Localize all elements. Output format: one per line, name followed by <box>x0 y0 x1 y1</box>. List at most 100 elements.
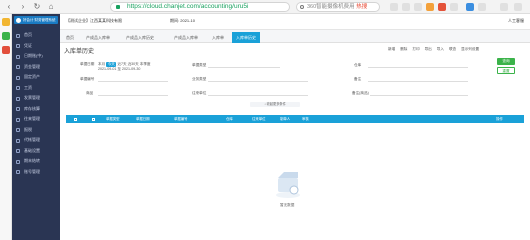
tab-bar: 首页 产成品入库单 产成品入库历史 产成品入库单 入库单 入库单历史 <box>60 30 530 43</box>
logo-icon <box>16 17 21 23</box>
sidebar-item-journal[interactable]: 日期账(中) <box>12 51 60 62</box>
inventory-icon <box>16 107 20 111</box>
game-icon[interactable] <box>438 3 446 11</box>
add-button[interactable]: 新增 <box>388 47 395 51</box>
sidebar-menu: 首页 凭证 日期账(中) 资金管理 固定资产 工资 发票管理 库存核算 往来管理… <box>12 30 60 177</box>
remark-product-label: 备注(商品) <box>352 91 369 95</box>
date-range-input[interactable]: 2021-09-01 至 2021-09-30 <box>98 67 140 72</box>
linked-query-button[interactable]: 联查 <box>449 47 456 51</box>
star-icon[interactable] <box>2 18 10 26</box>
tab-finished-goods-receipt[interactable]: 产成品入库单 <box>82 32 114 43</box>
sidebar-item-payroll[interactable]: 工资 <box>12 83 60 94</box>
tab-finished-goods-receipt-2[interactable]: 产成品入库单 <box>170 32 202 43</box>
supplier-select[interactable] <box>208 95 308 96</box>
app-sidebar: 好会计 财务管理系统 首页 凭证 日期账(中) 资金管理 固定资产 工资 发票管… <box>12 14 60 240</box>
home-icon[interactable]: ⌂ <box>46 2 56 12</box>
mail-icon[interactable] <box>450 3 458 11</box>
address-bar[interactable]: https://cloud.chanjet.com/accounting/uru… <box>110 2 290 12</box>
tab-receipt-history[interactable]: 入库单历史 <box>232 32 260 43</box>
empty-box-illustration <box>276 172 300 198</box>
sidebar-item-funds[interactable]: 资金管理 <box>12 62 60 73</box>
sidebar-item-closing[interactable]: 期末结转 <box>12 156 60 167</box>
sidebar-item-settings[interactable]: 基础设置 <box>12 146 60 157</box>
col-supplier[interactable]: 往来单位 <box>252 115 266 123</box>
search-text: 360智能摄像机费用 <box>307 4 355 10</box>
date-label: 单据日期 <box>80 62 95 66</box>
logo-text: 好会计 财务管理系统 <box>23 18 56 22</box>
doc-type-label: 单据类型 <box>192 63 207 67</box>
user-icon[interactable] <box>466 3 474 11</box>
tax-icon <box>16 128 20 132</box>
sidebar-item-inventory[interactable]: 库存核算 <box>12 104 60 115</box>
print-button[interactable]: 打印 <box>412 47 419 51</box>
browser-side-rail <box>0 14 12 240</box>
customer-service-link[interactable]: 人工客服 <box>508 18 524 24</box>
doc-no-input[interactable] <box>98 81 168 82</box>
home-icon <box>16 33 20 38</box>
chip-this-month[interactable]: 本月 <box>98 62 105 66</box>
sidebar-item-voucher[interactable]: 凭证 <box>12 41 60 52</box>
empty-state-text: 暂无数据 <box>280 203 295 207</box>
app-topbar: 【测试企业】江西某某科技有限 期间: 2021-10 人工客服 <box>60 14 530 30</box>
tab-receipt[interactable]: 入库单 <box>208 32 228 43</box>
minimize-icon[interactable] <box>500 3 508 11</box>
remark-input[interactable] <box>368 81 468 82</box>
collapse-conditions-button[interactable]: ↓ 收起更多条件 <box>250 102 300 107</box>
col-doc-no[interactable]: 单据编号 <box>174 115 188 123</box>
payroll-icon <box>16 86 20 90</box>
column-settings-button[interactable]: 显示列设置 <box>461 47 479 51</box>
reset-button[interactable]: 重置 <box>497 67 515 74</box>
sidebar-item-account[interactable]: 账号管理 <box>12 167 60 178</box>
sidebar-item-assets[interactable]: 固定资产 <box>12 72 60 83</box>
page-title: 入库单历史 <box>64 49 95 55</box>
lock-icon <box>116 5 120 9</box>
col-audit[interactable]: 审核 <box>302 115 309 123</box>
chip-30-days[interactable]: 近30天 <box>128 62 139 66</box>
scissors-icon[interactable] <box>390 3 398 11</box>
col-doc-type[interactable]: 单据类型 <box>106 115 120 123</box>
maximize-icon[interactable] <box>514 3 522 11</box>
col-warehouse[interactable]: 仓库 <box>226 115 233 123</box>
tab-finished-goods-history[interactable]: 产成品入库历史 <box>122 32 158 43</box>
col-creator[interactable]: 制单人 <box>280 115 290 123</box>
undo-icon[interactable] <box>414 3 422 11</box>
invoice-icon <box>16 96 20 101</box>
tab-home[interactable]: 首页 <box>62 32 78 43</box>
refresh-icon[interactable]: ↻ <box>32 2 42 12</box>
sidebar-item-tax[interactable]: 报税 <box>12 125 60 136</box>
funds-icon <box>16 65 20 69</box>
search-button[interactable]: 查询 <box>497 58 515 65</box>
sidebar-item-agency[interactable]: 代帐管理 <box>12 135 60 146</box>
select-all-checkbox[interactable] <box>74 117 77 121</box>
menu-icon[interactable] <box>478 3 486 11</box>
leaf-icon[interactable] <box>2 32 10 40</box>
period-selector[interactable]: 期间: 2021-10 <box>170 18 195 24</box>
remark-product-input[interactable] <box>370 95 468 96</box>
extension-icon[interactable] <box>426 3 434 11</box>
col-doc-date[interactable]: 单据日期 <box>136 115 150 123</box>
doc-type-select[interactable] <box>208 67 280 68</box>
import-button[interactable]: 导入 <box>437 47 444 51</box>
chip-7-days[interactable]: 近7天 <box>117 62 126 66</box>
warehouse-select[interactable] <box>368 67 468 68</box>
browser-search-input[interactable]: 360智能摄像机费用 热搜 <box>296 2 380 12</box>
delete-button[interactable]: 删除 <box>400 47 407 51</box>
sidebar-item-home[interactable]: 首页 <box>12 30 60 41</box>
company-selector[interactable]: 【测试企业】江西某某科技有限 <box>66 18 122 24</box>
grid-icon[interactable] <box>402 3 410 11</box>
fire-icon[interactable] <box>2 46 10 54</box>
product-input[interactable] <box>98 95 168 96</box>
filter-panel: 单据日期 本月 今天 近7天 近30天 本季度 2021-09-01 至 202… <box>62 56 492 104</box>
doc-no-label: 单据编号 <box>80 77 95 81</box>
product-label: 商品 <box>86 91 94 95</box>
row-checkbox-header[interactable] <box>92 117 95 121</box>
search-icon <box>300 5 304 9</box>
forward-icon[interactable]: › <box>18 2 28 12</box>
business-type-select[interactable] <box>208 81 308 82</box>
chip-quarter[interactable]: 本季度 <box>140 62 151 66</box>
export-button[interactable]: 导出 <box>425 47 432 51</box>
sidebar-item-contacts[interactable]: 往来管理 <box>12 114 60 125</box>
sidebar-item-invoice[interactable]: 发票管理 <box>12 93 60 104</box>
app-logo: 好会计 财务管理系统 <box>14 16 58 24</box>
back-icon[interactable]: ‹ <box>4 2 14 12</box>
